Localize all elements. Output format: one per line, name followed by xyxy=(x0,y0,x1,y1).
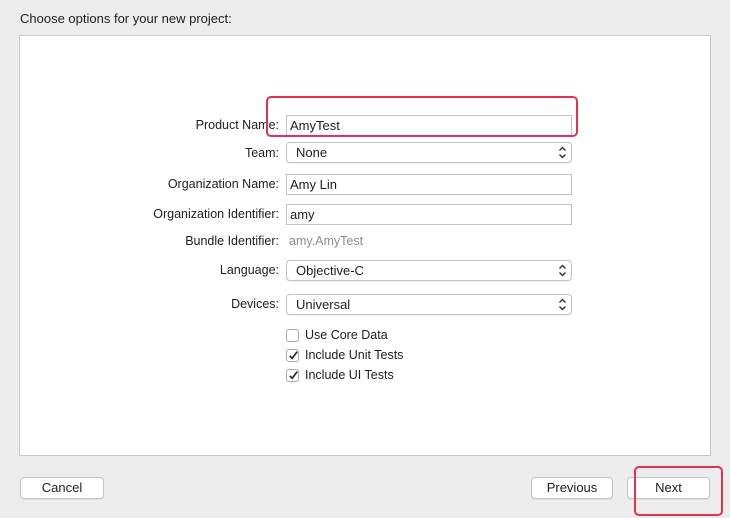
include-unit-tests-label: Include Unit Tests xyxy=(305,348,404,362)
checkmark-icon xyxy=(289,350,298,360)
include-ui-tests-label: Include UI Tests xyxy=(305,368,394,382)
product-name-label: Product Name: xyxy=(195,118,279,132)
devices-select-value: Universal xyxy=(296,297,351,312)
include-ui-tests-option[interactable]: Include UI Tests xyxy=(286,367,394,383)
dialog-title: Choose options for your new project: xyxy=(20,11,232,26)
chevron-updown-icon xyxy=(559,264,566,277)
team-select[interactable]: None xyxy=(286,142,572,163)
organization-name-field[interactable] xyxy=(286,174,572,195)
bundle-identifier-value: amy.AmyTest xyxy=(289,234,364,248)
language-select[interactable]: Objective-C xyxy=(286,260,572,281)
team-label: Team: xyxy=(244,146,279,160)
include-unit-tests-option[interactable]: Include Unit Tests xyxy=(286,347,403,363)
include-unit-tests-checkbox[interactable] xyxy=(286,348,299,362)
options-panel xyxy=(19,35,711,456)
language-label: Language: xyxy=(219,263,279,277)
language-select-value: Objective-C xyxy=(296,263,364,278)
product-name-field[interactable] xyxy=(286,115,572,136)
organization-identifier-label: Organization Identifier: xyxy=(153,207,279,221)
next-button[interactable]: Next xyxy=(627,477,710,499)
use-core-data-option[interactable]: Use Core Data xyxy=(286,327,388,343)
organization-identifier-field[interactable] xyxy=(286,204,572,225)
chevron-updown-icon xyxy=(559,298,566,311)
bundle-identifier-label: Bundle Identifier: xyxy=(185,234,279,248)
include-ui-tests-checkbox[interactable] xyxy=(286,368,299,382)
cancel-button[interactable]: Cancel xyxy=(20,477,104,499)
use-core-data-label: Use Core Data xyxy=(305,328,388,342)
use-core-data-checkbox[interactable] xyxy=(286,328,299,342)
checkmark-icon xyxy=(289,370,298,380)
team-select-value: None xyxy=(296,145,328,160)
chevron-updown-icon xyxy=(559,146,566,159)
organization-name-label: Organization Name: xyxy=(167,177,279,191)
devices-label: Devices: xyxy=(231,297,279,311)
devices-select[interactable]: Universal xyxy=(286,294,572,315)
previous-button[interactable]: Previous xyxy=(531,477,613,499)
